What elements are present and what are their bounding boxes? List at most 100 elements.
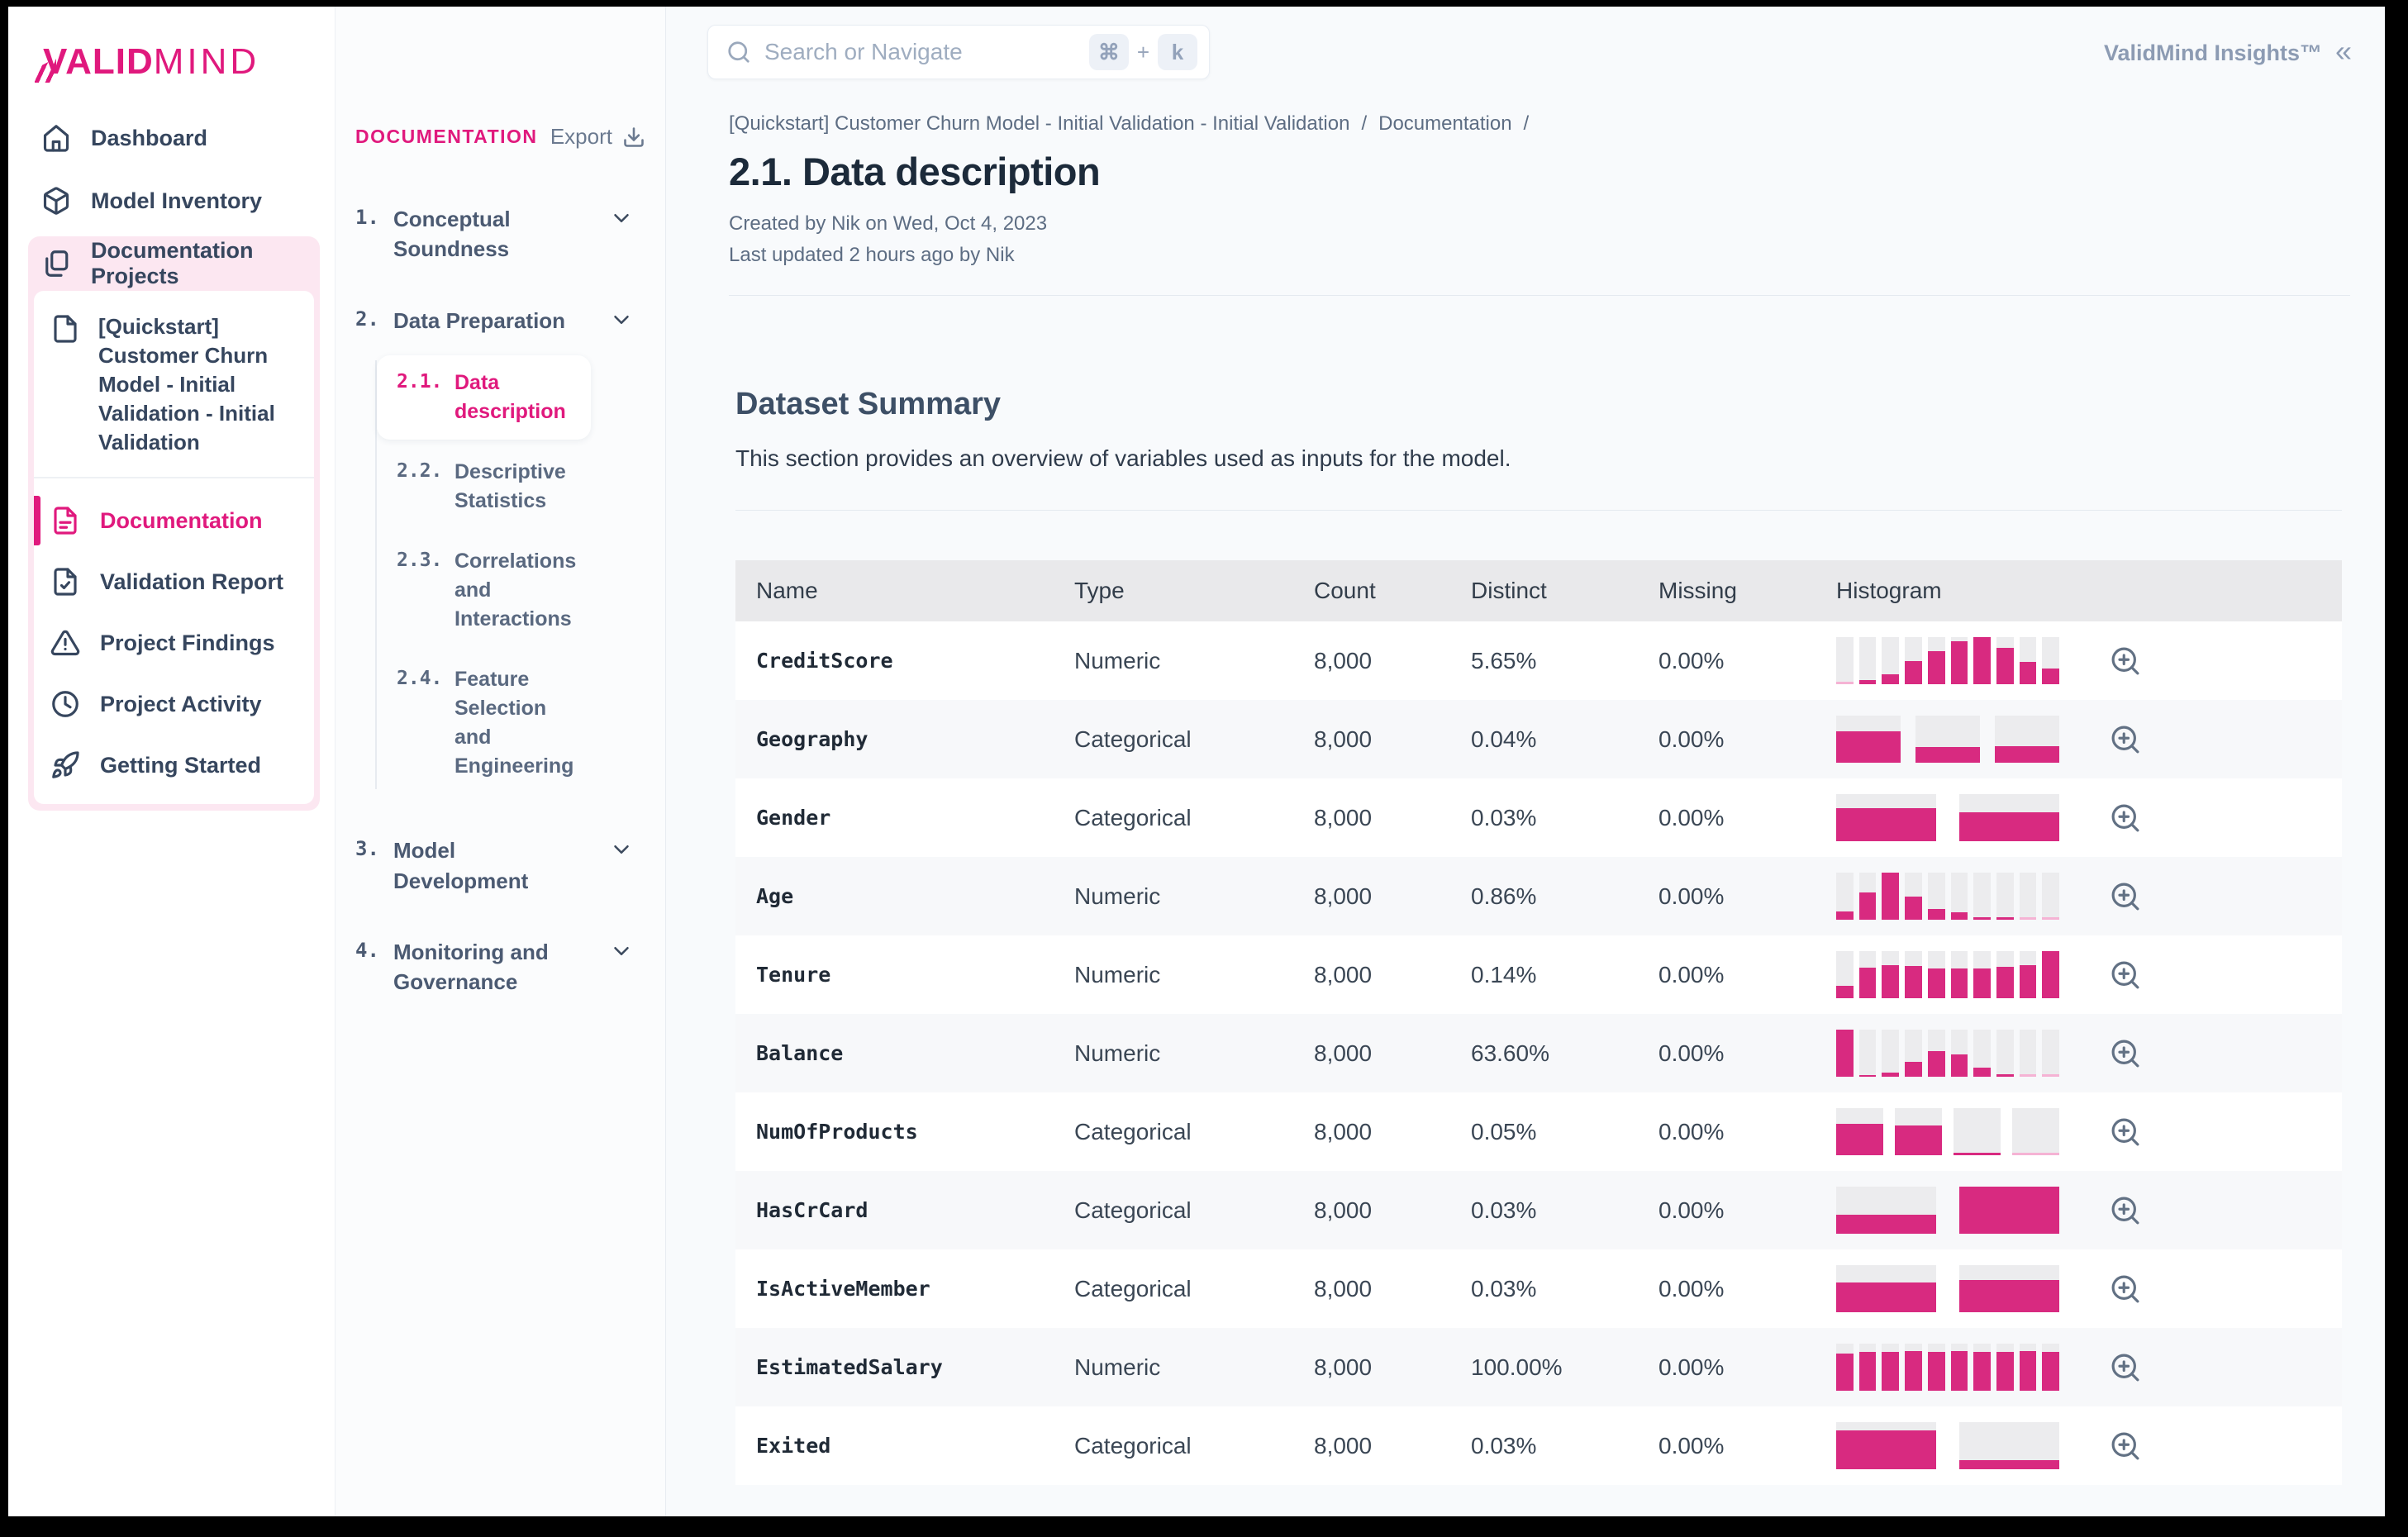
histogram-bar [1973, 637, 1991, 684]
cell-name: Age [756, 884, 794, 908]
doc-subsection-data-description[interactable]: 2.1. Data description [377, 355, 591, 440]
histogram-bar [1959, 1187, 2059, 1234]
cell-type: Numeric [1074, 1354, 1161, 1380]
histogram-bar [2019, 951, 2037, 998]
cell-type: Categorical [1074, 804, 1192, 830]
doc-section-monitoring-and-governance[interactable]: 4. Monitoring and Governance [355, 937, 591, 997]
zoom-in-button[interactable] [2108, 1193, 2143, 1228]
chevron-down-icon-wrap[interactable] [609, 837, 634, 862]
table-row-exited: Exited Categorical 8,000 0.03% 0.00% [735, 1406, 2342, 1485]
sidebar-item-dashboard[interactable]: Dashboard [28, 111, 320, 165]
histogram-bar [2042, 1344, 2060, 1391]
zoom-in-button[interactable] [2108, 722, 2143, 757]
table-row-tenure: Tenure Numeric 8,000 0.14% 0.00% [735, 935, 2342, 1014]
project-item-project-findings[interactable]: Project Findings [34, 612, 314, 673]
project-item-documentation[interactable]: Documentation [34, 490, 314, 551]
topbar: ⌘ + k ValidMind Insights™ « [666, 7, 2385, 79]
documentation-sections: 1. Conceptual Soundness 2. Data Preparat… [355, 204, 649, 997]
zoom-in-button[interactable] [2108, 1036, 2143, 1071]
table-row-creditscore: CreditScore Numeric 8,000 5.65% 0.00% [735, 621, 2342, 700]
zoom-in-button[interactable] [2108, 1115, 2143, 1149]
export-button[interactable]: Export [550, 124, 645, 150]
project-item-getting-started[interactable]: Getting Started [34, 735, 314, 796]
breadcrumb-documentation[interactable]: Documentation [1378, 112, 1511, 136]
project-card: [Quickstart] Customer Churn Model - Init… [34, 291, 314, 805]
project-item-validation-report[interactable]: Validation Report [34, 551, 314, 612]
search-shortcut: ⌘ + k [1088, 34, 1197, 70]
histogram-bar [1905, 951, 1922, 998]
doc-subsection-label: Correlations and Interactions [454, 550, 577, 631]
sidebar-item-model-inventory[interactable]: Model Inventory [28, 174, 320, 228]
zoom-cell [2059, 644, 2191, 678]
histogram-tenure [1836, 951, 2060, 998]
cell-distinct: 0.03% [1471, 1432, 1537, 1458]
doc-subsection-feature-selection-and-engineering[interactable]: 2.4. Feature Selection and Engineering [377, 652, 591, 794]
chevron-down-icon-wrap[interactable] [609, 206, 634, 231]
zoom-in-button[interactable] [2108, 801, 2143, 835]
chevron-down-icon [614, 214, 629, 222]
table-row-age: Age Numeric 8,000 0.86% 0.00% [735, 857, 2342, 935]
cell-count: 8,000 [1314, 961, 1373, 987]
doc-section-conceptual-soundness[interactable]: 1. Conceptual Soundness [355, 204, 591, 264]
histogram-bar [1882, 1030, 1900, 1077]
doc-section: 1. Conceptual Soundness [355, 204, 649, 264]
histogram-bar [1858, 873, 1877, 920]
histogram-bar [1915, 716, 1980, 763]
zoom-in-button[interactable] [2108, 1272, 2143, 1306]
cell-type: Categorical [1074, 726, 1192, 752]
cell-type: Numeric [1074, 961, 1161, 987]
zoom-in-button[interactable] [2108, 879, 2143, 914]
zoom-cell [2059, 1115, 2191, 1149]
table-row-balance: Balance Numeric 8,000 63.60% 0.00% [735, 1014, 2342, 1092]
project-name: [Quickstart] Customer Churn Model - Init… [98, 314, 275, 455]
doc-subsection-correlations-and-interactions[interactable]: 2.3. Correlations and Interactions [377, 534, 591, 647]
cell-missing: 0.00% [1658, 883, 1725, 909]
cell-type: Categorical [1074, 1118, 1192, 1144]
column-header-distinct: Distinct [1471, 578, 1547, 603]
histogram-bar [1927, 951, 1945, 998]
doc-section-label: Monitoring and Governance [393, 939, 549, 995]
doc-subsection-descriptive-statistics[interactable]: 2.2. Descriptive Statistics [377, 445, 591, 529]
doc-section-number: 2. [355, 307, 379, 331]
zoom-cell [2059, 1036, 2191, 1071]
insights-toggle[interactable]: ValidMind Insights™ « [2104, 36, 2352, 66]
breadcrumb-project[interactable]: [Quickstart] Customer Churn Model - Init… [729, 112, 1349, 136]
chevron-down-icon-wrap[interactable] [609, 307, 634, 332]
cell-missing: 0.00% [1658, 1432, 1725, 1458]
zoom-in-button[interactable] [2108, 1350, 2143, 1385]
search-box[interactable]: ⌘ + k [707, 25, 1210, 79]
histogram-bar [1836, 1422, 1936, 1469]
cell-count: 8,000 [1314, 726, 1373, 752]
histogram-bar [2042, 1030, 2060, 1077]
table-row-estimatedsalary: EstimatedSalary Numeric 8,000 100.00% 0.… [735, 1328, 2342, 1406]
cell-count: 8,000 [1314, 1118, 1373, 1144]
file-check-icon [54, 568, 77, 597]
sidebar-item-documentation-projects[interactable]: Documentation Projects [28, 236, 320, 291]
sidebar-item-label: Dashboard [91, 125, 208, 150]
breadcrumb-separator-2: / [1523, 112, 1530, 135]
zoom-in-button[interactable] [2108, 958, 2143, 992]
histogram-bar [1950, 1030, 1968, 1077]
doc-subsection-label: Descriptive Statistics [454, 460, 566, 513]
page-title: 2.1. Data description [729, 150, 1101, 193]
histogram-age [1836, 873, 2060, 920]
cell-name: HasCrCard [756, 1198, 868, 1222]
zoom-in-button[interactable] [2108, 644, 2143, 678]
cell-distinct: 0.03% [1471, 1275, 1537, 1301]
zoom-in-button[interactable] [2108, 1429, 2143, 1463]
cell-count: 8,000 [1314, 1432, 1373, 1458]
histogram-bar [1973, 873, 1991, 920]
zoom-in-icon [2111, 961, 2139, 988]
chevron-down-icon-wrap[interactable] [609, 939, 634, 964]
table-row-geography: Geography Categorical 8,000 0.04% 0.00% [735, 700, 2342, 778]
project-items: Documentation Validation Report Project … [34, 477, 314, 804]
histogram-bar [1882, 1344, 1900, 1391]
cell-distinct: 0.05% [1471, 1118, 1537, 1144]
project-item[interactable]: [Quickstart] Customer Churn Model - Init… [34, 291, 314, 477]
doc-section-model-development[interactable]: 3. Model Development [355, 835, 591, 896]
search-input[interactable] [751, 39, 1089, 65]
doc-section-data-preparation[interactable]: 2. Data Preparation [355, 306, 591, 335]
zoom-cell [2059, 801, 2191, 835]
histogram-bar [1996, 951, 2014, 998]
project-item-project-activity[interactable]: Project Activity [34, 673, 314, 735]
